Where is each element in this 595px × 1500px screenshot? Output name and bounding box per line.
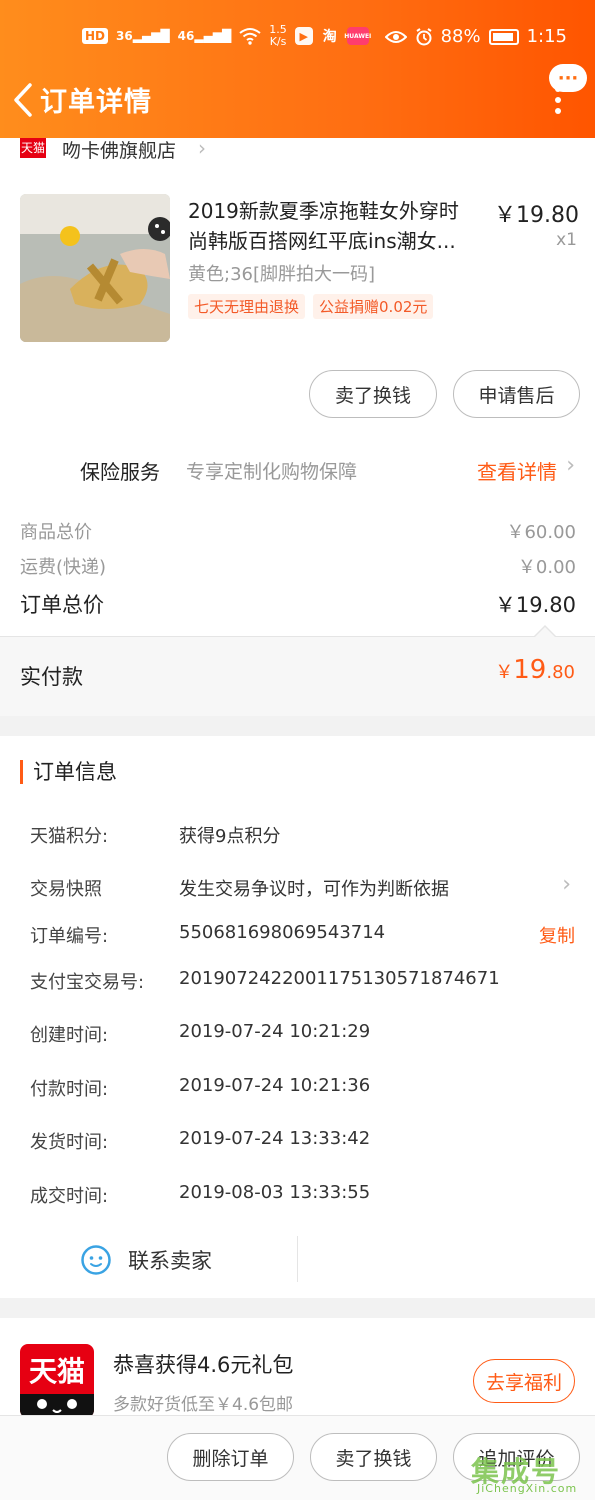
- signal-1-label: 36: [116, 29, 133, 43]
- product-price: ￥19.80: [494, 203, 579, 228]
- paid-currency: ￥: [495, 662, 514, 683]
- shipping-label: 运费(快递): [20, 557, 107, 578]
- signal-strength-2: 46▂▄▆█: [177, 29, 232, 43]
- product-quantity: x1: [556, 230, 577, 250]
- points-value: 获得9点积分: [179, 826, 281, 847]
- snapshot-label: 交易快照: [30, 879, 102, 900]
- contact-seller-label: 联系卖家: [128, 1249, 212, 1273]
- insurance-details-link[interactable]: 查看详情: [477, 456, 557, 485]
- paid-label: 实付款: [20, 665, 83, 689]
- section-divider: [0, 1298, 595, 1318]
- shipped-time-value: 2019-07-24 13:33:42: [179, 1128, 371, 1149]
- after-sale-button[interactable]: 申请售后: [453, 370, 580, 418]
- promo-title: 恭喜获得4.6元礼包: [113, 1353, 294, 1377]
- chevron-right-icon: ›: [566, 453, 575, 478]
- page-title: 订单详情: [40, 87, 152, 118]
- site-watermark: 集成号 JiChengXin.com: [471, 1450, 591, 1498]
- shipping-value: ￥0.00: [517, 557, 576, 578]
- insurance-description: 专享定制化购物保障: [186, 461, 358, 483]
- promo-subtitle: 多款好货低至￥4.6包邮: [113, 1395, 294, 1415]
- chevron-right-icon: ›: [562, 872, 571, 897]
- network-speed: 1.5 K/s: [269, 23, 287, 48]
- product-title-line-2: 尚韩版百搭网红平底ins潮女...: [188, 229, 456, 253]
- status-bar-left: HD 36▂▄▆█ 46▂▄▆█ 1.5 K/s ▶ 淘 HUAWEI: [82, 23, 372, 48]
- huawei-app-icon: HUAWEI: [344, 27, 372, 45]
- completed-time-value: 2019-08-03 13:33:55: [179, 1182, 371, 1203]
- contact-divider: [297, 1236, 298, 1282]
- status-bar-right: 88% 1:15: [384, 26, 567, 47]
- huawei-app-label: HUAWEI: [344, 32, 372, 40]
- delete-order-button[interactable]: 删除订单: [167, 1433, 294, 1481]
- alipay-value: 2019072422001175130571874671: [179, 968, 500, 989]
- bottom-sell-for-cash-button[interactable]: 卖了换钱: [310, 1433, 437, 1481]
- points-label: 天猫积分:: [30, 826, 109, 847]
- store-name[interactable]: 吻卡佛旗舰店: [62, 136, 176, 163]
- store-row[interactable]: 天猫 吻卡佛旗舰店 ›: [0, 136, 595, 163]
- app-header: HD 36▂▄▆█ 46▂▄▆█ 1.5 K/s ▶ 淘 HUAWEI 88% …: [0, 0, 595, 138]
- insurance-label: 保险服务: [80, 460, 160, 484]
- tmall-badge: 天猫: [20, 138, 46, 158]
- chat-face-icon: [81, 1245, 111, 1275]
- hd-indicator: HD: [82, 28, 109, 44]
- signal-strength-1: 36▂▄▆█: [116, 29, 170, 43]
- created-time-label: 创建时间:: [30, 1025, 109, 1046]
- battery-icon: [488, 28, 519, 45]
- order-number-value: 550681698069543714: [179, 922, 386, 943]
- completed-time-label: 成交时间:: [30, 1186, 109, 1207]
- created-time-value: 2019-07-24 10:21:29: [179, 1021, 371, 1042]
- alipay-label: 支付宝交易号:: [30, 972, 145, 993]
- paid-value: ￥19.80: [495, 655, 575, 685]
- snapshot-value: 发生交易争议时，可作为判断依据: [179, 879, 449, 900]
- paid-decimal: .80: [546, 662, 575, 683]
- watermark-sub: JiChengXin.com: [477, 1482, 578, 1495]
- paid-amount-box: 实付款 ￥19.80: [0, 636, 595, 716]
- paid-time-value: 2019-07-24 10:21:36: [179, 1075, 371, 1096]
- eye-icon: [384, 30, 407, 43]
- back-arrow-icon[interactable]: [8, 82, 40, 118]
- status-bar: HD 36▂▄▆█ 46▂▄▆█ 1.5 K/s ▶ 淘 HUAWEI 88% …: [0, 18, 595, 56]
- section-divider: [0, 716, 595, 736]
- taobao-app-icon: 淘: [322, 29, 337, 45]
- order-info-heading: 订单信息: [20, 760, 117, 784]
- order-number-label: 订单编号:: [30, 926, 109, 947]
- paid-box-notch-inner: [535, 627, 555, 637]
- tmall-logo: 天猫: [20, 1344, 94, 1418]
- goods-total-label: 商品总价: [20, 522, 92, 543]
- product-thumbnail[interactable]: [20, 194, 170, 342]
- paid-time-label: 付款时间:: [30, 1079, 109, 1100]
- order-total-label: 订单总价: [20, 593, 104, 617]
- chevron-right-icon: ›: [198, 136, 206, 160]
- tag-seven-day-return: 七天无理由退换: [188, 294, 306, 319]
- clock: 1:15: [526, 26, 567, 47]
- product-title[interactable]: 2019新款夏季凉拖鞋女外穿时 尚韩版百搭网红平底ins潮女...: [188, 196, 488, 256]
- alarm-icon: [416, 27, 432, 45]
- contact-seller-button[interactable]: 联系卖家: [80, 1240, 212, 1280]
- sandal-photo-icon: [20, 194, 170, 342]
- wifi-icon: [239, 28, 261, 45]
- order-total-value: ￥19.80: [494, 593, 576, 617]
- tag-charity: 公益捐赠0.02元: [313, 294, 434, 319]
- more-menu-icon[interactable]: [555, 86, 561, 114]
- product-title-line-1: 2019新款夏季凉拖鞋女外穿时: [188, 199, 459, 223]
- paid-integer: 19: [513, 655, 547, 685]
- product-sku: 黄色;36[脚胖拍大一码]: [188, 264, 376, 285]
- video-app-icon: ▶: [294, 27, 313, 45]
- sell-for-cash-button[interactable]: 卖了换钱: [309, 370, 437, 418]
- shipped-time-label: 发货时间:: [30, 1132, 109, 1153]
- copy-order-number-button[interactable]: 复制: [539, 922, 575, 948]
- signal-2-label: 46: [177, 29, 195, 43]
- battery-percent: 88%: [440, 26, 481, 47]
- goods-total-value: ￥60.00: [506, 522, 576, 543]
- claim-benefit-button[interactable]: 去享福利: [472, 1359, 575, 1403]
- product-tags: 七天无理由退换 公益捐赠0.02元: [188, 294, 434, 319]
- tmall-logo-text: 天猫: [28, 1355, 85, 1388]
